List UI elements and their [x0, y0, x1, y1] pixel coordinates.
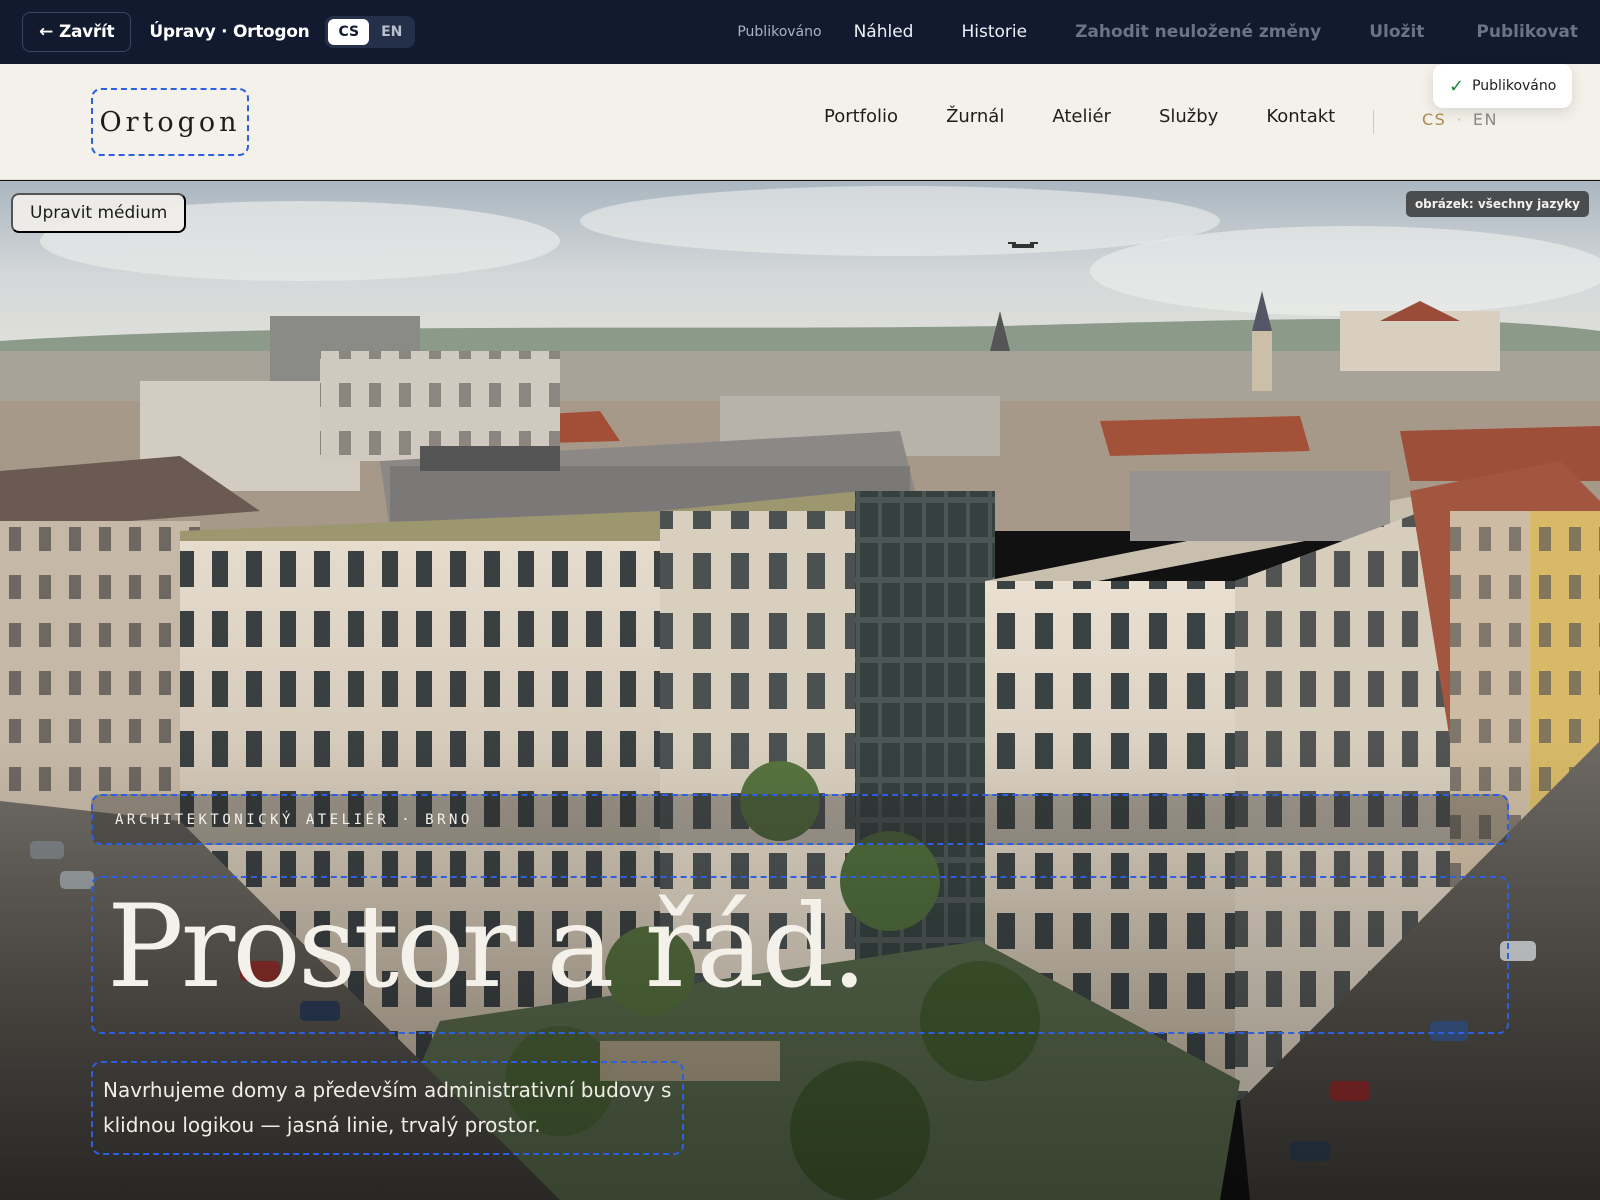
save-button[interactable]: Uložit: [1369, 22, 1424, 42]
close-button-label: Zavřít: [58, 22, 115, 42]
arrow-left-icon: ←: [39, 22, 53, 42]
nav-divider: [1373, 110, 1374, 134]
nav-contact[interactable]: Kontakt: [1266, 106, 1335, 127]
editor-language-switch: CS EN: [325, 16, 416, 48]
site-lang-separator: ·: [1456, 110, 1463, 129]
publish-button[interactable]: Publikovat: [1476, 22, 1578, 42]
site-logo[interactable]: Ortogon: [91, 88, 249, 156]
site-language-switch: CS · EN: [1422, 110, 1498, 129]
editor-toolbar: ← Zavřít Úpravy · Ortogon CS EN Publikov…: [0, 0, 1600, 64]
history-button[interactable]: Historie: [961, 22, 1027, 42]
site-nav: Portfolio Žurnál Ateliér Služby Kontakt: [824, 106, 1335, 127]
nav-journal[interactable]: Žurnál: [946, 106, 1004, 127]
hero-headline: Prostor a řád.: [107, 880, 867, 1013]
discard-changes-button[interactable]: Zahodit neuložené změny: [1075, 22, 1321, 42]
editor-lang-en[interactable]: EN: [371, 19, 412, 45]
hero-lede-editable[interactable]: Navrhujeme domy a především administrati…: [91, 1061, 684, 1155]
site-lang-en[interactable]: EN: [1473, 110, 1498, 129]
publish-status: Publikováno: [737, 24, 822, 40]
site-lang-cs[interactable]: CS: [1422, 110, 1446, 129]
hero-eyebrow-editable[interactable]: ARCHITEKTONICKÝ ATELIÉR · BRNO: [91, 794, 1509, 845]
nav-portfolio[interactable]: Portfolio: [824, 106, 898, 127]
editor-title: Úpravy · Ortogon: [149, 22, 310, 42]
site-header: Ortogon Portfolio Žurnál Ateliér Služby …: [0, 64, 1600, 180]
published-toast-label: Publikováno: [1472, 78, 1557, 94]
editor-lang-cs[interactable]: CS: [328, 19, 370, 45]
nav-services[interactable]: Služby: [1159, 106, 1218, 127]
hero-shade: [0, 181, 1600, 1200]
nav-atelier[interactable]: Ateliér: [1052, 106, 1111, 127]
hero-section: Upravit médium obrázek: všechny jazyky A…: [0, 181, 1600, 1200]
published-toast: ✓ Publikováno: [1433, 64, 1573, 108]
edit-media-button[interactable]: Upravit médium: [11, 193, 187, 233]
preview-button[interactable]: Náhled: [854, 22, 914, 42]
check-icon: ✓: [1449, 75, 1465, 97]
close-button[interactable]: ← Zavřít: [22, 12, 132, 52]
hero-headline-editable[interactable]: Prostor a řád.: [91, 876, 1509, 1034]
image-scope-badge: obrázek: všechny jazyky: [1405, 191, 1589, 217]
